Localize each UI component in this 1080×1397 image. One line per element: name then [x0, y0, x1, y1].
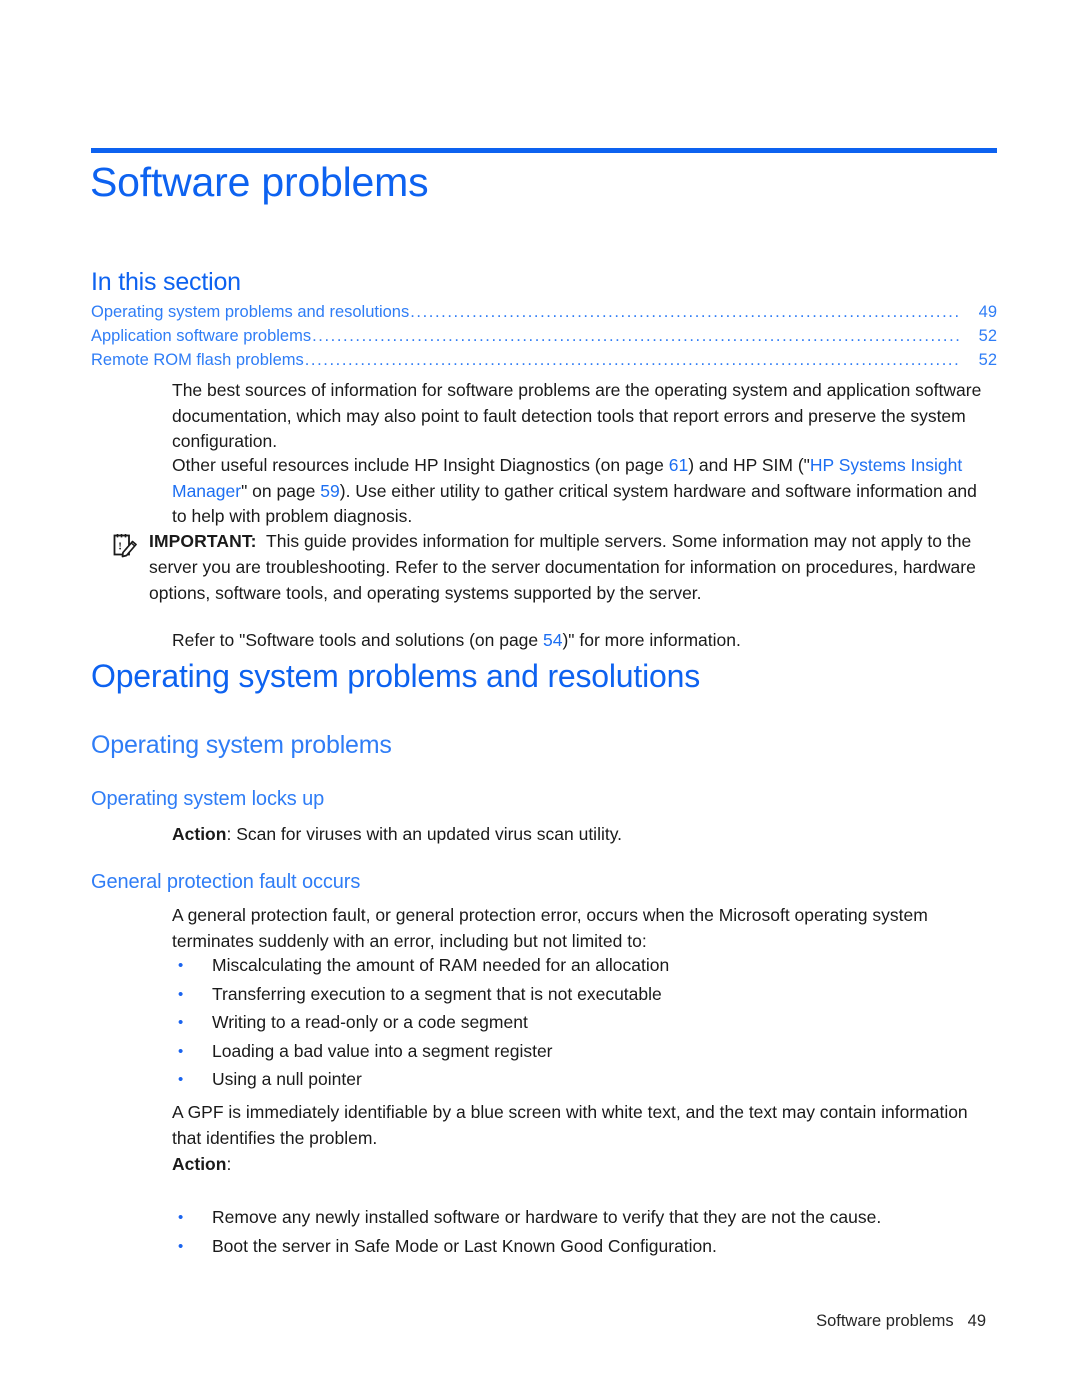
- section-heading-level-1: Operating system problems and resolution…: [91, 658, 700, 694]
- table-of-contents: Operating system problems and resolution…: [91, 300, 997, 372]
- gpf-paragraph-2: A GPF is immediately identifiable by a b…: [172, 1102, 968, 1148]
- toc-entry-label: Operating system problems and resolution…: [91, 303, 410, 321]
- action-text: Scan for viruses with an updated virus s…: [236, 824, 623, 844]
- list-item-label: Miscalculating the amount of RAM needed …: [212, 955, 670, 975]
- footer-page-number: 49: [967, 1312, 986, 1330]
- list-item-label: Boot the server in Safe Mode or Last Kno…: [212, 1235, 717, 1256]
- section-heading-operating-system-locks-up: Operating system locks up: [91, 788, 325, 810]
- bullet-icon: •: [178, 1237, 184, 1255]
- gpf-action: Action:: [172, 1152, 231, 1177]
- svg-text:!: !: [118, 541, 122, 553]
- action-label: Action: [172, 1154, 227, 1174]
- intro-paragraph-2: Other useful resources include HP Insigh…: [172, 453, 982, 530]
- bullet-icon: •: [178, 1042, 184, 1060]
- toc-leader-dots: ........................................…: [312, 327, 961, 345]
- gpf-bullet-list: • Miscalculating the amount of RAM neede…: [178, 953, 978, 1096]
- list-item-label: Using a null pointer: [212, 1069, 362, 1089]
- list-item-label: Transferring execution to a segment that…: [212, 983, 662, 1004]
- list-item: • Loading a bad value into a segment reg…: [178, 1039, 978, 1064]
- action-separator: :: [226, 824, 237, 844]
- xref-page-59[interactable]: 59: [320, 481, 339, 501]
- list-item: • Remove any newly installed software or…: [178, 1205, 978, 1230]
- bullet-icon: •: [178, 1014, 184, 1031]
- list-item: • Miscalculating the amount of RAM neede…: [178, 953, 978, 978]
- important-note-text: This guide provides information for mult…: [149, 531, 976, 603]
- list-item-label: Loading a bad value into a segment regis…: [212, 1040, 553, 1061]
- toc-entry-page: 52: [978, 327, 997, 345]
- xref-page-61[interactable]: 61: [669, 455, 688, 475]
- chapter-accent-rule: [91, 148, 997, 153]
- list-item: • Transferring execution to a segment th…: [178, 982, 978, 1007]
- page-title: Software problems: [90, 159, 429, 205]
- list-item-label: Remove any newly installed software or h…: [212, 1207, 882, 1227]
- action-label: Action: [172, 824, 227, 844]
- list-item: • Using a null pointer: [178, 1067, 978, 1092]
- toc-entry[interactable]: Operating system problems and resolution…: [91, 300, 997, 324]
- toc-entry-label: Application software problems: [91, 327, 312, 345]
- list-item-label: Writing to a read-only or a code segment: [212, 1012, 528, 1032]
- locks-up-action: Action: Scan for viruses with an updated…: [172, 822, 622, 847]
- section-heading-level-2: Operating system problems: [91, 731, 392, 759]
- gpf-action-bullet-list: • Remove any newly installed software or…: [178, 1205, 978, 1262]
- in-this-section-heading: In this section: [91, 268, 241, 296]
- gpf-paragraph-1: A general protection fault, or general p…: [172, 905, 928, 951]
- toc-entry-label: Remote ROM flash problems: [91, 351, 304, 369]
- toc-entry-page: 52: [978, 351, 997, 369]
- important-note-refer: Refer to "Software tools and solutions (…: [172, 628, 741, 653]
- toc-entry[interactable]: Application software problems ..........…: [91, 324, 997, 348]
- xref-page-54[interactable]: 54: [543, 630, 562, 650]
- section-heading-general-protection-fault: General protection fault occurs: [91, 871, 361, 893]
- footer-title: Software problems: [816, 1312, 954, 1330]
- action-separator: :: [226, 1154, 232, 1174]
- toc-entry-page: 49: [978, 303, 997, 321]
- refer-text-1: Refer to "Software tools and solutions (…: [172, 630, 544, 650]
- intro-paragraph-1: The best sources of information for soft…: [172, 380, 982, 451]
- intro-p2-text-3: " on page: [241, 480, 321, 501]
- bullet-icon: •: [178, 957, 184, 974]
- list-item: • Boot the server in Safe Mode or Last K…: [178, 1234, 978, 1259]
- important-note-body: IMPORTANT: This guide provides informati…: [149, 528, 984, 606]
- bullet-icon: •: [178, 1071, 184, 1088]
- toc-entry[interactable]: Remote ROM flash problems ..............…: [91, 348, 997, 372]
- important-note: ! IMPORTANT: This guide provides informa…: [112, 528, 984, 650]
- intro-p2-text-2: ) and HP SIM (": [688, 455, 810, 475]
- important-note-label: IMPORTANT:: [149, 531, 257, 551]
- refer-text-2: )" for more information.: [562, 630, 741, 650]
- intro-p2-text-1: Other useful resources include HP Insigh…: [172, 455, 669, 475]
- document-page: Software problems In this section Operat…: [0, 0, 1080, 1397]
- page-footer: Software problems 49: [0, 1310, 986, 1332]
- list-item: • Writing to a read-only or a code segme…: [178, 1010, 978, 1035]
- toc-leader-dots: ........................................…: [304, 351, 961, 369]
- bullet-icon: •: [178, 985, 184, 1003]
- bullet-icon: •: [178, 1209, 184, 1226]
- note-pencil-icon: !: [112, 532, 138, 558]
- toc-leader-dots: ........................................…: [410, 303, 961, 321]
